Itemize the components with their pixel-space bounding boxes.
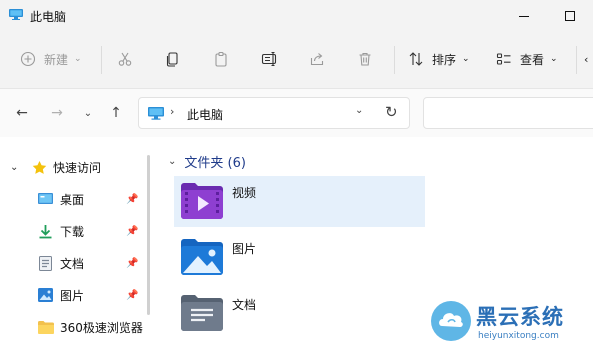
share-button[interactable] [309,44,325,74]
pictures-icon [38,288,53,302]
delete-button[interactable] [357,44,373,74]
chevron-down-icon[interactable]: ⌄ [168,156,176,167]
sort-button[interactable]: 排序 ⌄ [408,44,470,74]
maximize-button[interactable] [547,0,593,32]
folder-label: 图片 [232,242,257,256]
group-header-folders[interactable]: ⌄ 文件夹 (6) [168,152,246,171]
sidebar-item-label: 下载 [60,224,85,239]
minimize-icon [519,15,529,17]
maximize-icon [565,11,575,21]
view-label: 查看 [520,52,545,67]
trash-icon [359,52,371,66]
sidebar-item-label: 快速访问 [53,160,102,175]
pictures-folder-icon [181,239,223,275]
scissors-icon [118,52,132,66]
arrow-right-icon: → [51,105,63,121]
rename-icon [261,51,277,67]
view-list-icon [496,53,511,65]
arrow-up-icon: ↑ [110,105,122,121]
folder-label: 视频 [232,186,257,200]
folder-label: 文档 [232,298,257,312]
arrow-left-icon: ← [16,105,28,121]
pin-icon[interactable]: 📌 [126,290,138,301]
plus-circle-icon [20,51,36,67]
sidebar-item-label: 文档 [60,256,85,271]
sidebar-scrollbar[interactable] [147,155,150,315]
copy-button[interactable] [165,44,181,74]
chevron-down-icon: ⌄ [550,54,558,64]
new-label: 新建 [44,52,69,67]
up-button[interactable]: ↑ [103,101,129,125]
watermark-url: heiyunxitong.com [478,331,559,341]
copy-icon [166,52,178,67]
desktop-icon [38,192,53,204]
pin-icon[interactable]: 📌 [126,194,138,205]
paste-button[interactable] [213,44,229,74]
folder-item-videos[interactable]: 视频 [174,176,425,227]
folder-item-documents[interactable]: 文档 [174,288,424,340]
navigation-pane: ⌄ 快速访问 桌面 📌 下载 📌 文档 📌 图片 📌 360极速浏览器 [0,138,150,348]
more-options-button[interactable]: ‹ [584,44,588,74]
minimize-button[interactable] [501,0,547,32]
new-button[interactable]: 新建 ⌄ [20,44,82,74]
document-icon [39,255,52,271]
cut-button[interactable] [117,44,133,74]
address-history-chevron-icon[interactable]: ⌄ [355,105,363,116]
forward-button[interactable]: → [44,101,70,125]
rename-button[interactable] [261,44,279,74]
documents-folder-icon [181,295,223,331]
clipboard-icon [215,51,227,67]
folder-icon [38,320,54,334]
this-pc-icon [9,9,23,20]
folder-item-pictures[interactable]: 图片 [174,232,424,284]
sidebar-item-label: 360极速浏览器 [60,320,143,335]
search-box[interactable] [423,97,593,129]
sort-label: 排序 [432,52,457,67]
sort-arrows-icon [409,52,423,66]
chevron-down-icon[interactable]: ⌄ [10,162,18,173]
pin-icon[interactable]: 📌 [126,258,138,269]
watermark-brand: 黑云系统 [476,305,564,329]
share-icon [310,53,324,66]
breadcrumb-chevron-icon: › [170,105,175,118]
chevron-down-icon: ⌄ [83,107,93,119]
window-title: 此电脑 [30,10,67,24]
toolbar-divider [394,46,395,74]
toolbar-divider [576,46,577,74]
title-bar: 此电脑 [0,0,593,32]
recent-locations-button[interactable]: ⌄ [75,101,101,125]
sidebar-item-label: 桌面 [60,192,85,207]
refresh-icon[interactable]: ↻ [385,103,398,121]
back-button[interactable]: ← [9,101,35,125]
view-button[interactable]: 查看 ⌄ [496,44,558,74]
sidebar-item-label: 图片 [60,288,85,303]
pin-icon[interactable]: 📌 [126,226,138,237]
toolbar-divider [101,46,102,74]
cloud-logo-icon [431,301,471,341]
this-pc-icon [148,107,164,120]
download-icon [39,224,52,238]
chevron-down-icon: ⌄ [74,54,82,64]
videos-folder-icon [181,183,223,219]
breadcrumb-this-pc[interactable]: 此电脑 [187,106,223,123]
chevron-down-icon: ⌄ [462,54,470,64]
star-icon [32,160,47,174]
group-title: 文件夹 (6) [184,156,246,171]
command-bar: 新建 ⌄ 排序 ⌄ 查看 ⌄ ‹ [0,32,593,89]
address-bar[interactable]: › 此电脑 ⌄ ↻ [138,97,410,129]
